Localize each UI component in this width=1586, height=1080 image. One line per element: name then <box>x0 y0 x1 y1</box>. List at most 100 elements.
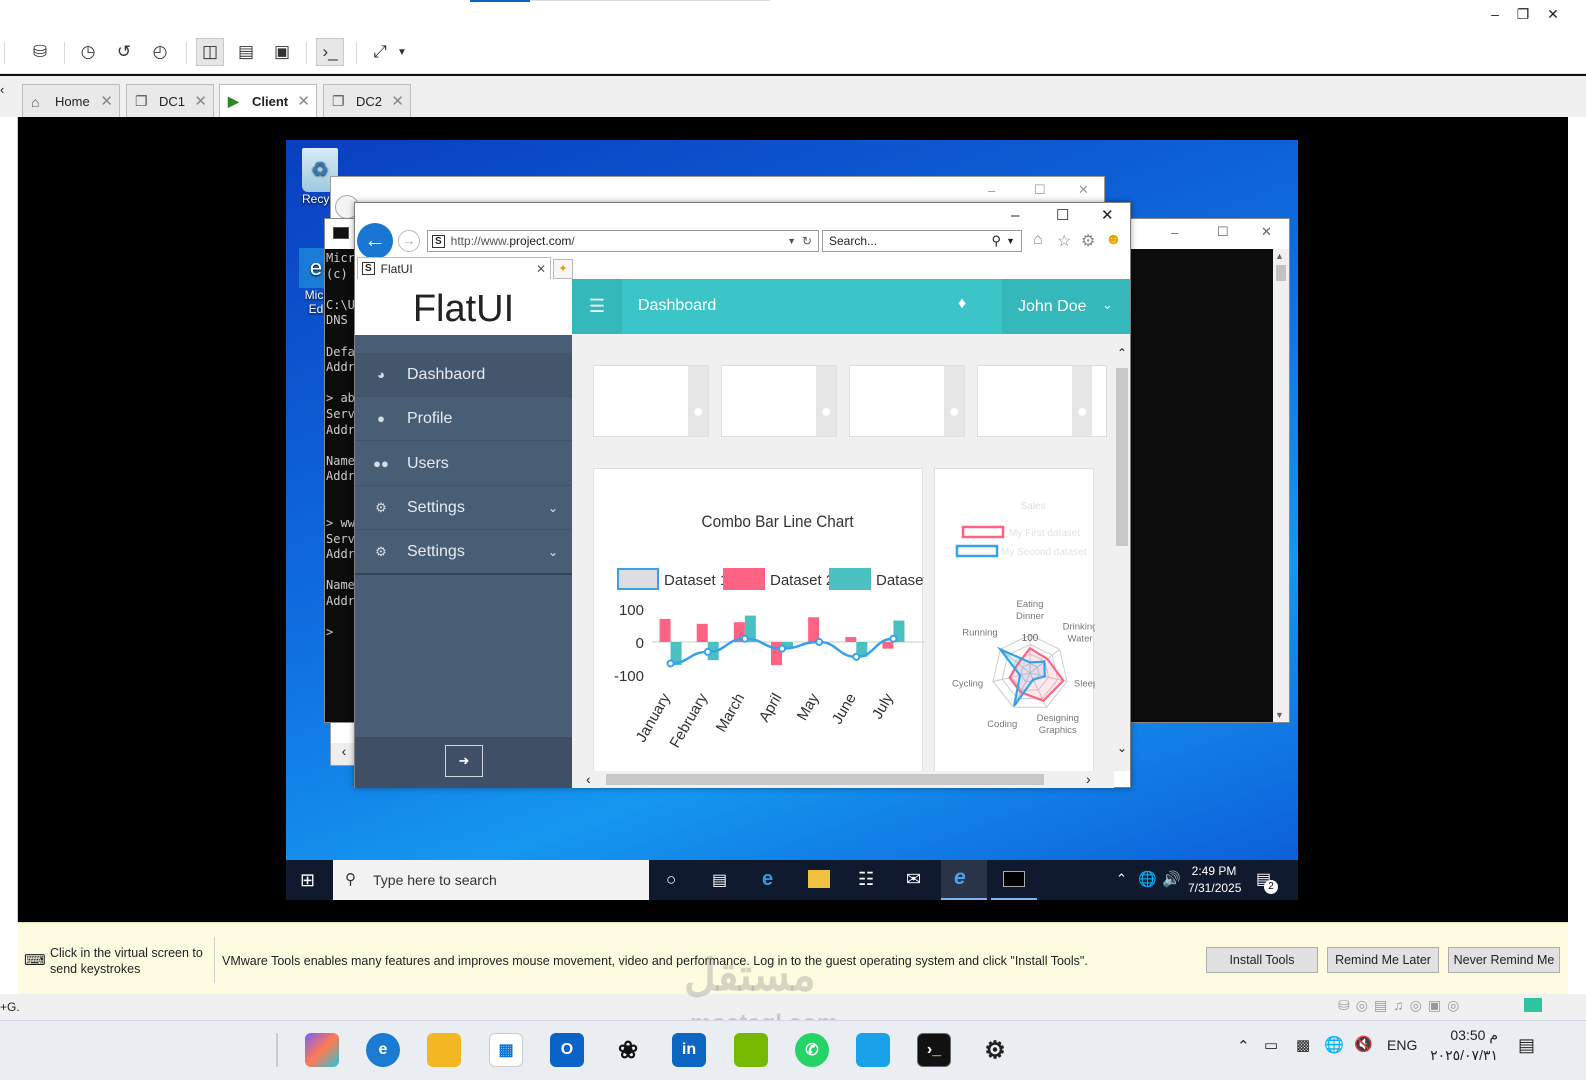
scroll-right-icon[interactable]: › <box>1086 771 1091 787</box>
battery-icon[interactable]: ▭ <box>1264 1036 1278 1054</box>
stretch-dropdown-icon[interactable]: ▼ <box>392 38 412 66</box>
snapshot-icon[interactable]: ◷ <box>74 38 102 66</box>
library-view-icon[interactable]: ◫ <box>196 38 224 66</box>
snapshot-manager-icon[interactable]: ◴ <box>146 38 174 66</box>
maximize-icon[interactable]: ☐ <box>1034 182 1046 198</box>
sidebar-item-settings-2[interactable]: ⚙ Settings ⌄ <box>355 531 572 575</box>
ie-close-icon[interactable]: ✕ <box>1101 206 1114 224</box>
tools-gear-icon[interactable]: ⚙ <box>1081 231 1095 251</box>
windows-start-icon[interactable]: ⊞ <box>300 870 315 891</box>
smiley-icon[interactable]: ☻ <box>1105 231 1122 249</box>
tab-scroll-icon[interactable]: ‹ <box>0 82 4 97</box>
install-tools-button[interactable]: Install Tools <box>1206 947 1318 973</box>
close-tab-icon[interactable]: ✕ <box>297 92 310 110</box>
scroll-left-icon[interactable]: ‹ <box>586 771 591 787</box>
send-ctrl-alt-del-icon[interactable]: ⛁ <box>26 38 54 66</box>
cmd-taskbar-button[interactable] <box>991 860 1037 900</box>
message-icon[interactable] <box>1524 998 1542 1012</box>
tab-client[interactable]: ▶ Client ✕ <box>219 84 317 118</box>
scroll-thumb[interactable] <box>1116 368 1128 546</box>
revert-snapshot-icon[interactable]: ↺ <box>110 38 138 66</box>
close-tab-icon[interactable]: ✕ <box>194 92 207 110</box>
user-menu[interactable]: John Doe ⌄ <box>1002 279 1130 334</box>
favorites-icon[interactable]: ☆ <box>1057 231 1071 251</box>
outlook-icon[interactable]: O <box>550 1033 584 1067</box>
cmd-maximize-icon[interactable]: ☐ <box>1217 224 1229 240</box>
cmd-close-icon[interactable]: ✕ <box>1261 224 1272 240</box>
fullscreen-view-icon[interactable]: ▣ <box>268 38 296 66</box>
network-icon[interactable]: 🌐 <box>1138 870 1157 888</box>
home-icon[interactable]: ⌂ <box>1033 231 1043 249</box>
settings-gear-icon[interactable]: ⚙ <box>978 1033 1012 1067</box>
tab-close-icon[interactable]: ✕ <box>536 262 546 276</box>
cmd-minimize-icon[interactable]: – <box>1171 225 1178 240</box>
scroll-thumb[interactable] <box>1276 265 1286 281</box>
library-panel-edge[interactable] <box>0 117 18 922</box>
hamburger-menu-icon[interactable]: ☰ <box>572 279 622 334</box>
sidebar-item-settings[interactable]: ⚙ Settings ⌄ <box>355 486 572 530</box>
device-icon[interactable]: ▩ <box>1296 1036 1310 1054</box>
scroll-down-icon[interactable]: ⌄ <box>1117 741 1127 755</box>
tab-dc2[interactable]: ❐ DC2 ✕ <box>323 84 411 118</box>
search-dropdown-icon[interactable]: ▼ <box>1006 236 1015 246</box>
never-remind-button[interactable]: Never Remind Me <box>1448 947 1560 973</box>
bell-icon[interactable]: ♦ <box>958 295 966 313</box>
mail-icon[interactable]: ✉ <box>906 869 921 890</box>
sidebar-item-dashboard[interactable]: ◕ Dashbaord <box>355 353 572 397</box>
show-hidden-icons[interactable]: ⌃ <box>1116 871 1127 887</box>
clock[interactable]: 2:49 PM 7/31/2025 <box>1188 864 1241 895</box>
logout-button[interactable]: ➜ <box>445 745 483 777</box>
terminal-icon[interactable]: ›_ <box>917 1033 951 1067</box>
copilot-icon[interactable] <box>305 1033 339 1067</box>
thumbnail-view-icon[interactable]: ▤ <box>232 38 260 66</box>
volume-icon[interactable]: 🔊 <box>1162 870 1181 888</box>
file-explorer-icon[interactable] <box>808 870 830 888</box>
file-explorer-icon[interactable] <box>427 1033 461 1067</box>
scroll-thumb[interactable] <box>606 774 1044 785</box>
refresh-icon[interactable]: ↻ <box>802 234 812 248</box>
close-tab-icon[interactable]: ✕ <box>100 92 113 110</box>
forward-button[interactable]: → <box>398 230 420 252</box>
whatsapp-icon[interactable]: ✆ <box>795 1033 829 1067</box>
close-tab-icon[interactable]: ✕ <box>391 92 404 110</box>
nvidia-icon[interactable] <box>734 1033 768 1067</box>
tab-dc1[interactable]: ❐ DC1 ✕ <box>126 84 214 118</box>
search-icon[interactable]: ⚲ <box>991 233 1001 249</box>
vertical-scrollbar[interactable]: ⌃ ⌄ <box>1114 334 1130 771</box>
horizontal-scrollbar[interactable]: ‹ › <box>572 771 1114 788</box>
close-icon[interactable]: ✕ <box>1078 182 1089 198</box>
host-clock[interactable]: 03:50 م ٢٠٢٥/٠٧/٣١ <box>1424 1027 1498 1064</box>
minimize-button[interactable]: – <box>1484 6 1506 24</box>
device-status-icons[interactable]: ⛁◎▤♫◎▣◎ <box>1338 997 1465 1014</box>
sidebar-item-profile[interactable]: ● Profile <box>355 397 572 441</box>
scroll-up-icon[interactable]: ⌃ <box>1117 346 1127 360</box>
minimize-icon[interactable]: – <box>988 183 995 198</box>
language-indicator[interactable]: ENG <box>1387 1037 1417 1053</box>
store-icon[interactable]: ▦ <box>489 1033 523 1067</box>
chatgpt-icon[interactable]: ❀ <box>611 1033 645 1067</box>
close-button[interactable]: ✕ <box>1542 6 1564 24</box>
taskbar-search[interactable]: ⚲ Type here to search <box>333 860 649 900</box>
address-bar[interactable]: S http://www. project.com / ▼ ↻ <box>427 230 819 252</box>
search-box[interactable]: Search... ⚲ ▼ <box>822 230 1022 252</box>
cortana-icon[interactable]: ○ <box>666 870 676 890</box>
scroll-up-icon[interactable]: ▲ <box>1275 251 1284 261</box>
flatui-content[interactable]: ● ● ● ● Combo Bar Line Chart Dataset 1 Da… <box>572 334 1114 771</box>
task-view-icon[interactable]: ▤ <box>712 870 727 890</box>
sidebar-item-users[interactable]: ●● Users <box>355 442 572 486</box>
remind-later-button[interactable]: Remind Me Later <box>1327 947 1439 973</box>
back-button[interactable]: ← <box>357 223 393 259</box>
flatui-brand[interactable]: FlatUI <box>355 279 572 335</box>
store-icon[interactable]: ☷ <box>858 869 874 890</box>
ie-taskbar-button[interactable]: e <box>941 860 987 900</box>
ie-maximize-icon[interactable]: ☐ <box>1056 206 1069 224</box>
linkedin-icon[interactable]: in <box>672 1033 706 1067</box>
volume-muted-icon[interactable]: 🔇 <box>1354 1035 1373 1053</box>
ie-minimize-icon[interactable]: – <box>1011 207 1019 224</box>
internet-explorer-window[interactable]: – ☐ ✕ ← → S http://www. project.com / ▼ ↻ … <box>354 202 1131 788</box>
cmd-scrollbar[interactable]: ▲ ▼ <box>1273 249 1289 722</box>
edge-icon[interactable]: e <box>762 868 773 891</box>
tab-home[interactable]: ⌂ Home ✕ <box>22 84 120 118</box>
notification-center-icon[interactable]: ▤ <box>1518 1035 1535 1056</box>
stretch-guest-icon[interactable]: ⤢ <box>366 38 394 66</box>
